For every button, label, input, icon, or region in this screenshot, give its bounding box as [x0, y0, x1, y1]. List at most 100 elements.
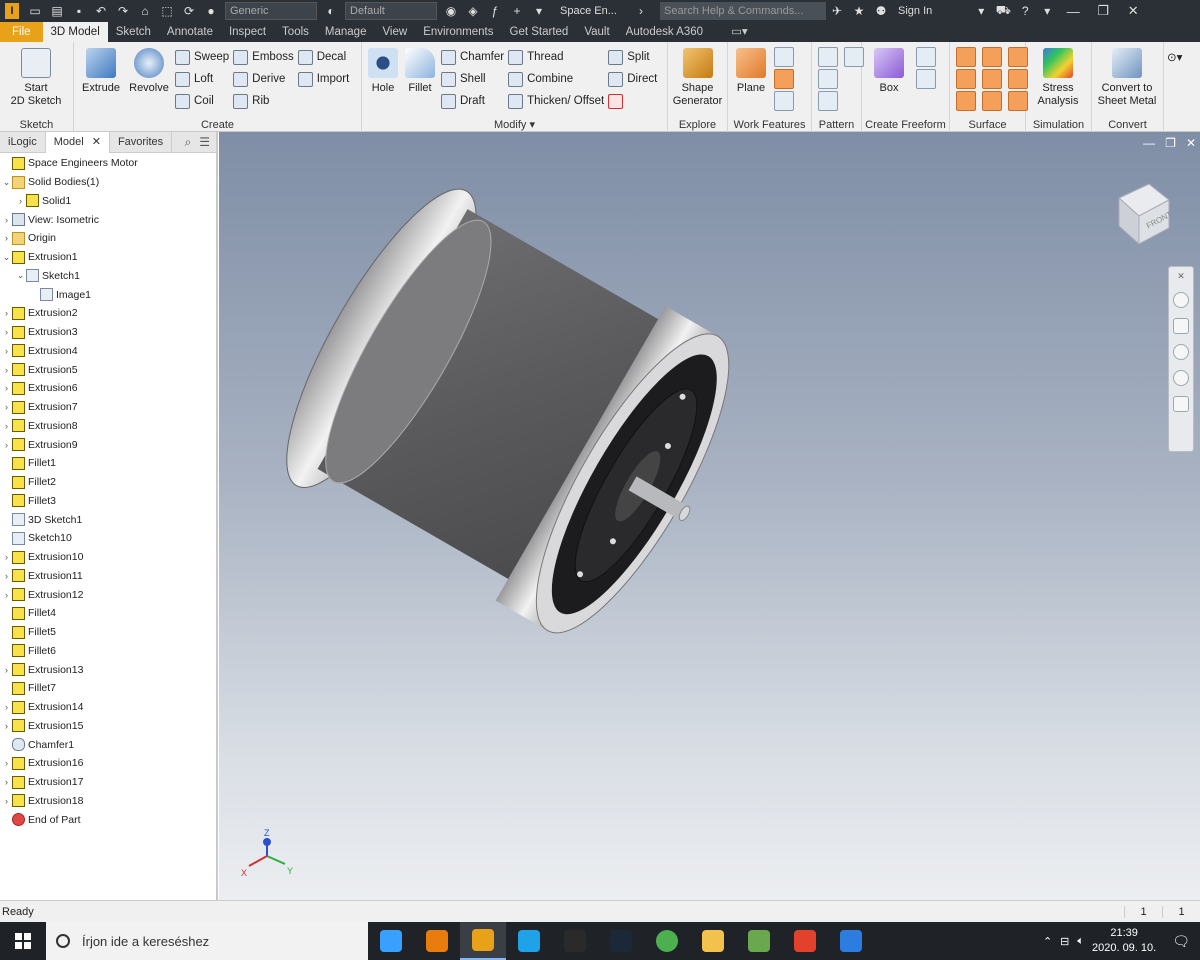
combine-button[interactable]: Combine — [508, 68, 604, 90]
tab-inspect[interactable]: Inspect — [221, 22, 274, 42]
close-icon[interactable]: ✕ — [1118, 3, 1148, 19]
open-file-icon[interactable]: ▤ — [48, 2, 66, 20]
ucs-icon[interactable] — [774, 91, 794, 111]
tab-manage[interactable]: Manage — [317, 22, 375, 42]
inventor-logo[interactable]: I — [0, 0, 24, 22]
point-icon[interactable] — [774, 69, 794, 89]
tree-node[interactable]: Fillet5 — [0, 623, 216, 642]
draft-button[interactable]: Draft — [441, 90, 504, 112]
thread-button[interactable]: Thread — [508, 46, 604, 68]
sculpt-icon[interactable] — [982, 47, 1002, 67]
chevron-right-icon[interactable]: › — [2, 777, 11, 787]
tree-node[interactable]: › Extrusion16 — [0, 754, 216, 773]
volume-icon[interactable]: 🔈︎ — [1077, 935, 1084, 948]
emboss-button[interactable]: Emboss — [233, 46, 294, 68]
color-icon[interactable]: ● — [202, 2, 220, 20]
update-icon[interactable]: ⟳ — [180, 2, 198, 20]
chevron-down-icon[interactable]: ⌄ — [16, 270, 25, 281]
network-icon[interactable]: ⊟ — [1060, 935, 1069, 948]
orbit-icon[interactable] — [1173, 370, 1189, 386]
chevron-right-icon[interactable]: › — [2, 215, 11, 225]
save-icon[interactable]: ▪ — [70, 2, 88, 20]
tree-node[interactable]: › Extrusion9 — [0, 435, 216, 454]
tree-node[interactable]: › Extrusion10 — [0, 548, 216, 567]
minimize-icon[interactable]: — — [1143, 136, 1155, 150]
taskbar-app-inventor[interactable] — [460, 922, 506, 960]
tree-node[interactable]: Fillet1 — [0, 454, 216, 473]
tree-node[interactable]: › Extrusion11 — [0, 567, 216, 586]
tree-node[interactable]: › Extrusion2 — [0, 304, 216, 323]
thicken-surface-icon[interactable] — [956, 47, 976, 67]
help-search-input[interactable]: Search Help & Commands... — [660, 2, 826, 20]
tree-node[interactable]: Fillet2 — [0, 473, 216, 492]
thicken-offset-button[interactable]: Thicken/ Offset — [508, 90, 604, 112]
fx-icon[interactable]: ƒ — [486, 2, 504, 20]
tree-node[interactable]: › Extrusion15 — [0, 717, 216, 736]
circular-pattern-icon[interactable] — [818, 69, 838, 89]
cart-icon[interactable]: ⛟ — [994, 2, 1012, 20]
start-button[interactable] — [0, 922, 46, 960]
stitch-icon[interactable] — [956, 91, 976, 111]
tab-view[interactable]: View — [374, 22, 415, 42]
home-icon[interactable]: ⌂ — [136, 2, 154, 20]
tree-node[interactable]: › Extrusion5 — [0, 360, 216, 379]
adjust-icon[interactable]: ◈ — [464, 2, 482, 20]
chevron-right-icon[interactable]: › — [2, 402, 11, 412]
taskbar-app-steam[interactable] — [598, 922, 644, 960]
help-dropdown-icon[interactable]: ▾ — [1038, 2, 1056, 20]
restore-icon[interactable]: ❐ — [1165, 136, 1176, 150]
taskbar-app-chrome[interactable] — [644, 922, 690, 960]
chevron-up-icon[interactable]: ⌃ — [1043, 935, 1052, 948]
undo-icon[interactable]: ↶ — [92, 2, 110, 20]
tree-node[interactable]: Image1 — [0, 285, 216, 304]
direct-button[interactable]: Direct — [608, 68, 657, 90]
tree-node[interactable]: › Origin — [0, 229, 216, 248]
pan-icon[interactable] — [1173, 318, 1189, 334]
ribbon-dropdown-icon[interactable]: ⊙▾ — [1167, 46, 1182, 68]
freeform-convert-icon[interactable] — [916, 69, 936, 89]
look-at-icon[interactable] — [1173, 396, 1189, 412]
tab-3d-model[interactable]: 3D Model — [42, 22, 108, 42]
tree-node[interactable]: › Extrusion12 — [0, 585, 216, 604]
tab-file[interactable]: File — [0, 22, 43, 42]
tree-node[interactable]: Chamfer1 — [0, 735, 216, 754]
chevron-right-icon[interactable]: › — [2, 421, 11, 431]
customize-icon[interactable]: ▾ — [530, 2, 548, 20]
tree-node[interactable]: › View: Isometric — [0, 210, 216, 229]
chevron-right-icon[interactable]: › — [2, 365, 11, 375]
rib-button[interactable]: Rib — [233, 90, 294, 112]
chevron-right-icon[interactable]: › — [2, 346, 11, 356]
select-icon[interactable]: ⬚ — [158, 2, 176, 20]
chevron-down-icon[interactable]: ⌄ — [2, 177, 11, 188]
tab-environments[interactable]: Environments — [415, 22, 501, 42]
help-icon[interactable]: ? — [1016, 2, 1034, 20]
restore-icon[interactable]: ❐ — [1088, 3, 1118, 19]
appearance-select[interactable]: Default — [345, 2, 437, 20]
chevron-right-icon[interactable]: › — [2, 233, 11, 243]
tree-node[interactable]: Sketch10 — [0, 529, 216, 548]
tree-node[interactable]: › Extrusion4 — [0, 342, 216, 361]
tree-node[interactable]: › Extrusion6 — [0, 379, 216, 398]
browser-tab-favorites[interactable]: Favorites — [110, 131, 173, 153]
tree-node[interactable]: ⌄ Extrusion1 — [0, 248, 216, 267]
signal-icon[interactable]: ✈ — [828, 2, 846, 20]
delete-face-button[interactable] — [608, 90, 657, 112]
split-button[interactable]: Split — [608, 46, 657, 68]
tree-node[interactable]: › Extrusion3 — [0, 323, 216, 342]
material-select[interactable]: Generic — [225, 2, 317, 20]
chevron-right-icon[interactable]: › — [2, 552, 11, 562]
close-icon[interactable]: ✕ — [92, 136, 101, 148]
browser-tab-model[interactable]: Model ✕ — [45, 131, 110, 153]
trim-icon[interactable] — [982, 69, 1002, 89]
tab-autodesk-a360[interactable]: Autodesk A360 — [618, 22, 711, 42]
chevron-right-icon[interactable]: › — [2, 758, 11, 768]
import-button[interactable]: Import — [297, 68, 349, 90]
tab-sketch[interactable]: Sketch — [108, 22, 159, 42]
chevron-right-icon[interactable]: › — [2, 383, 11, 393]
rectangular-pattern-icon[interactable] — [818, 47, 838, 67]
chamfer-button[interactable]: Chamfer — [441, 46, 504, 68]
derive-button[interactable]: Derive — [233, 68, 294, 90]
taskbar-app-epic-games[interactable] — [552, 922, 598, 960]
chevron-right-icon[interactable]: › — [2, 327, 11, 337]
boundary-patch-icon[interactable] — [956, 69, 976, 89]
